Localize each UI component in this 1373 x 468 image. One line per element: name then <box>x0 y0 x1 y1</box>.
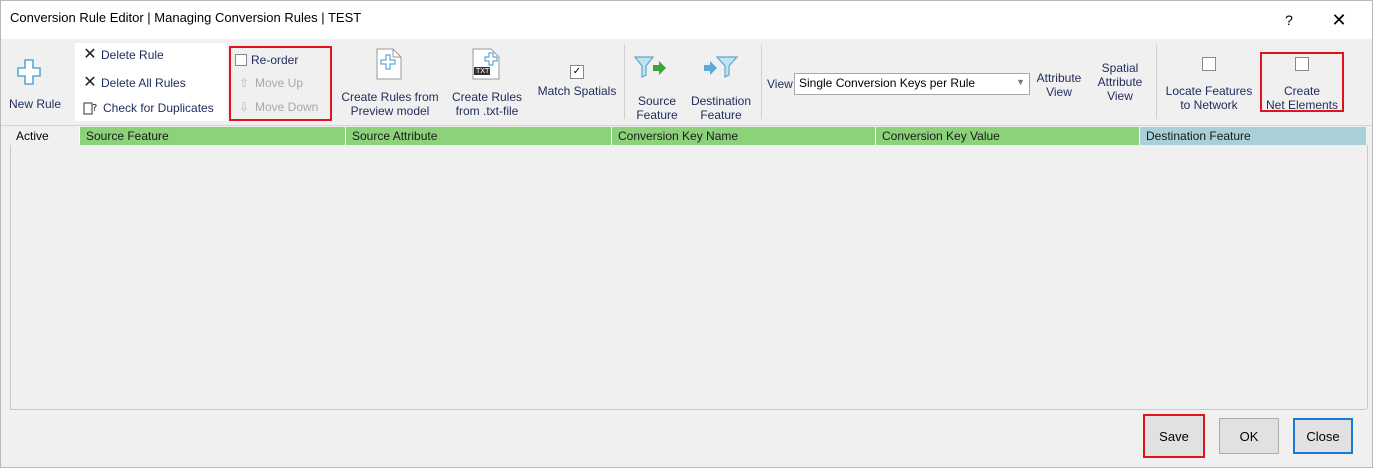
destination-filter-icon <box>704 56 739 78</box>
reorder-checkbox[interactable]: Re-order <box>235 53 298 67</box>
delete-rule-label: Delete Rule <box>101 48 164 62</box>
match-spatials-label: Match Spatials <box>537 84 617 98</box>
new-rule-label: New Rule <box>9 97 62 111</box>
delete-all-x-icon: ✕ <box>83 74 97 91</box>
delete-rule-button[interactable]: ✕ Delete Rule <box>83 46 164 63</box>
toolbar-separator <box>624 45 625 119</box>
attribute-view-button[interactable]: Attribute View <box>1035 65 1083 105</box>
view-label: View <box>767 77 793 91</box>
toolbar-separator <box>761 45 762 119</box>
destination-feature-label-2: Feature <box>700 108 742 122</box>
column-header-conversion-key-value[interactable]: Conversion Key Value <box>876 127 1140 145</box>
create-net-label-1: Create <box>1283 84 1321 98</box>
check-duplicates-button[interactable]: ? Check for Duplicates <box>83 100 214 116</box>
locate-label-2: to Network <box>1180 98 1238 112</box>
move-down-button[interactable]: ⇩ Move Down <box>237 100 318 114</box>
create-rules-from-txt-button[interactable]: TXT Create Rules from .txt-file <box>445 43 529 121</box>
window-close-button[interactable]: ✕ <box>1319 1 1359 39</box>
close-button[interactable]: Close <box>1293 418 1353 454</box>
create-txt-label-1: Create Rules <box>451 90 523 104</box>
spatial-view-label-1: Spatial <box>1101 61 1139 75</box>
move-down-label: Move Down <box>255 100 319 114</box>
txt-badge: TXT <box>476 67 490 75</box>
grid-divider <box>10 409 1366 410</box>
source-feature-label-2: Feature <box>636 108 678 122</box>
create-net-label-2: Net Elements <box>1265 98 1339 112</box>
source-filter-icon <box>633 56 666 78</box>
attribute-view-label-1: Attribute <box>1036 71 1082 85</box>
rules-grid-header: Active Source Feature Source Attribute C… <box>10 127 1366 145</box>
delete-all-rules-label: Delete All Rules <box>101 76 186 90</box>
spatial-view-label-2: Attribute <box>1097 75 1143 89</box>
delete-all-rules-button[interactable]: ✕ Delete All Rules <box>83 74 186 91</box>
reorder-label: Re-order <box>251 53 299 67</box>
column-header-source-feature[interactable]: Source Feature <box>80 127 346 145</box>
create-preview-label-1: Create Rules from <box>341 90 439 104</box>
window-title: Conversion Rule Editor | Managing Conver… <box>10 10 362 25</box>
reorder-checkbox-box[interactable] <box>235 54 247 66</box>
new-document-icon <box>376 48 402 80</box>
view-select-value: Single Conversion Keys per Rule <box>799 76 976 90</box>
ok-button[interactable]: OK <box>1219 418 1279 454</box>
toolbar-separator <box>1156 45 1157 119</box>
column-header-active[interactable]: Active <box>10 127 80 145</box>
source-feature-button[interactable]: Source Feature <box>627 43 687 122</box>
create-net-checkbox[interactable] <box>1295 57 1309 71</box>
create-preview-label-2: Preview model <box>350 104 430 118</box>
chevron-down-icon: ▼ <box>1016 77 1025 87</box>
txt-file-icon <box>472 48 500 80</box>
destination-feature-label-1: Destination <box>690 94 752 108</box>
locate-features-checkbox[interactable] <box>1202 57 1216 71</box>
view-select[interactable]: Single Conversion Keys per Rule ▼ <box>794 73 1030 95</box>
locate-label-1: Locate Features <box>1165 84 1253 98</box>
move-up-label: Move Up <box>255 76 304 90</box>
create-net-elements-toggle[interactable]: Create Net Elements <box>1262 43 1342 121</box>
spatial-attribute-view-button[interactable]: Spatial Attribute View <box>1087 59 1153 109</box>
column-header-conversion-key-name[interactable]: Conversion Key Name <box>612 127 876 145</box>
column-header-source-attribute[interactable]: Source Attribute <box>346 127 612 145</box>
source-feature-label-1: Source <box>637 94 677 108</box>
add-plus-icon <box>17 59 41 85</box>
attribute-view-label-2: View <box>1046 85 1072 99</box>
delete-x-icon: ✕ <box>83 46 97 63</box>
toolbar: New Rule ✕ Delete Rule ✕ Delete All Rule… <box>1 39 1372 126</box>
match-spatials-toggle[interactable]: ✓ Match Spatials <box>531 43 623 121</box>
help-button[interactable]: ? <box>1269 1 1309 39</box>
create-rules-from-preview-button[interactable]: Create Rules from Preview model <box>335 43 445 121</box>
destination-feature-button[interactable]: Destination Feature <box>683 43 759 122</box>
save-button[interactable]: Save <box>1143 414 1205 458</box>
rules-grid-body[interactable] <box>10 145 1368 409</box>
duplicate-question-icon: ? <box>83 102 97 115</box>
svg-text:?: ? <box>92 103 97 114</box>
new-rule-button[interactable]: New Rule <box>5 43 69 119</box>
arrow-down-icon: ⇩ <box>238 100 250 114</box>
arrow-up-icon: ⇧ <box>238 76 250 90</box>
create-txt-label-2: from .txt-file <box>455 104 519 118</box>
column-header-destination-feature[interactable]: Destination Feature <box>1140 127 1366 145</box>
title-bar: Conversion Rule Editor | Managing Conver… <box>1 1 1372 39</box>
locate-features-toggle[interactable]: Locate Features to Network <box>1159 43 1259 121</box>
check-duplicates-label: Check for Duplicates <box>103 101 214 115</box>
move-up-button[interactable]: ⇧ Move Up <box>237 76 303 90</box>
match-spatials-checkbox[interactable]: ✓ <box>570 65 584 79</box>
spatial-view-label-3: View <box>1107 89 1133 103</box>
conversion-rule-editor-window: Conversion Rule Editor | Managing Conver… <box>0 0 1373 468</box>
